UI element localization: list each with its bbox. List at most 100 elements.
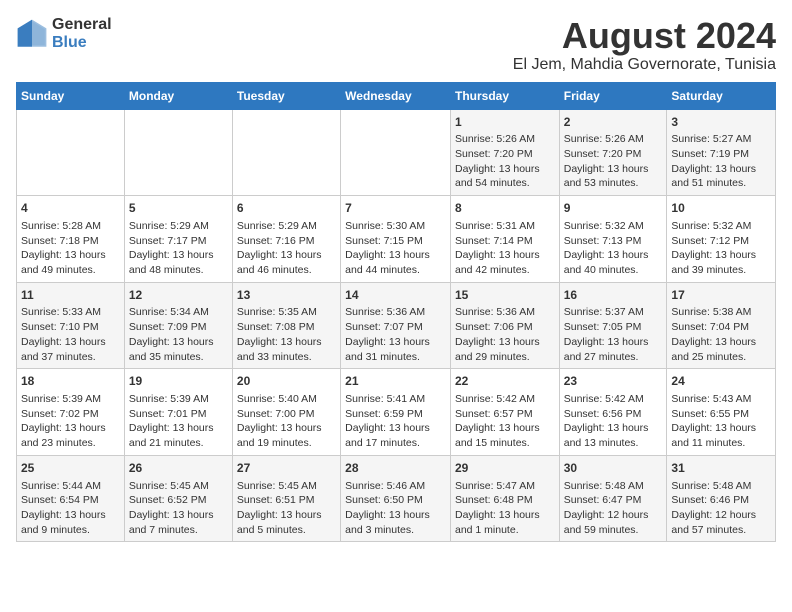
calendar-day-cell: 2Sunrise: 5:26 AMSunset: 7:20 PMDaylight… <box>559 109 667 196</box>
day-info: Sunrise: 5:30 AM <box>345 219 446 234</box>
day-number: 8 <box>455 200 555 217</box>
day-info: Sunrise: 5:27 AM <box>671 132 771 147</box>
calendar-day-cell: 7Sunrise: 5:30 AMSunset: 7:15 PMDaylight… <box>341 196 451 283</box>
day-info: Sunrise: 5:26 AM <box>564 132 663 147</box>
day-number: 30 <box>564 460 663 477</box>
day-info: Sunrise: 5:37 AM <box>564 305 663 320</box>
day-number: 31 <box>671 460 771 477</box>
day-info: Daylight: 13 hours <box>237 335 336 350</box>
calendar-day-cell: 30Sunrise: 5:48 AMSunset: 6:47 PMDayligh… <box>559 455 667 542</box>
calendar-day-cell: 22Sunrise: 5:42 AMSunset: 6:57 PMDayligh… <box>450 369 559 456</box>
calendar-day-cell: 4Sunrise: 5:28 AMSunset: 7:18 PMDaylight… <box>17 196 125 283</box>
day-info: Sunrise: 5:29 AM <box>237 219 336 234</box>
day-info: Sunset: 7:04 PM <box>671 320 771 335</box>
day-info: Sunrise: 5:42 AM <box>455 392 555 407</box>
day-number: 6 <box>237 200 336 217</box>
day-number: 1 <box>455 114 555 131</box>
day-number: 5 <box>129 200 228 217</box>
day-info: and 17 minutes. <box>345 436 446 451</box>
calendar-day-cell: 13Sunrise: 5:35 AMSunset: 7:08 PMDayligh… <box>232 282 340 369</box>
day-number: 29 <box>455 460 555 477</box>
day-info: and 59 minutes. <box>564 523 663 538</box>
calendar-day-cell: 10Sunrise: 5:32 AMSunset: 7:12 PMDayligh… <box>667 196 776 283</box>
day-number: 14 <box>345 287 446 304</box>
calendar-week-row: 25Sunrise: 5:44 AMSunset: 6:54 PMDayligh… <box>17 455 776 542</box>
calendar-week-row: 1 Sunrise: 5:26 AMSunset: 7:20 PM Daylight… <box>17 109 776 196</box>
day-info: Daylight: 13 hours <box>455 421 555 436</box>
day-info: Sunrise: 5:33 AM <box>21 305 120 320</box>
day-info: Daylight: 13 hours <box>455 162 555 177</box>
calendar-week-row: 18Sunrise: 5:39 AMSunset: 7:02 PMDayligh… <box>17 369 776 456</box>
day-info: Sunset: 7:19 PM <box>671 147 771 162</box>
day-info: Daylight: 13 hours <box>455 248 555 263</box>
day-number: 16 <box>564 287 663 304</box>
day-info: Sunset: 6:59 PM <box>345 407 446 422</box>
day-info: and 5 minutes. <box>237 523 336 538</box>
day-info: Daylight: 13 hours <box>671 335 771 350</box>
calendar-day-cell: 16Sunrise: 5:37 AMSunset: 7:05 PMDayligh… <box>559 282 667 369</box>
day-info: Sunset: 7:20 PM <box>564 147 663 162</box>
day-info: Sunset: 7:15 PM <box>345 234 446 249</box>
day-info: and 54 minutes. <box>455 176 555 191</box>
day-info: and 15 minutes. <box>455 436 555 451</box>
day-number: 9 <box>564 200 663 217</box>
column-header-tuesday: Tuesday <box>232 82 340 109</box>
calendar-day-cell: 25Sunrise: 5:44 AMSunset: 6:54 PMDayligh… <box>17 455 125 542</box>
day-info: Daylight: 13 hours <box>129 248 228 263</box>
calendar-day-cell <box>124 109 232 196</box>
day-info: Daylight: 13 hours <box>129 335 228 350</box>
day-number: 25 <box>21 460 120 477</box>
day-info: Daylight: 13 hours <box>345 335 446 350</box>
day-number: 20 <box>237 373 336 390</box>
day-info: Daylight: 13 hours <box>129 421 228 436</box>
calendar-day-cell: 11Sunrise: 5:33 AMSunset: 7:10 PMDayligh… <box>17 282 125 369</box>
day-number: 4 <box>21 200 120 217</box>
calendar-day-cell: 21Sunrise: 5:41 AMSunset: 6:59 PMDayligh… <box>341 369 451 456</box>
calendar-week-row: 11Sunrise: 5:33 AMSunset: 7:10 PMDayligh… <box>17 282 776 369</box>
calendar-day-cell: 3Sunrise: 5:27 AMSunset: 7:19 PMDaylight… <box>667 109 776 196</box>
day-info: Sunset: 6:48 PM <box>455 493 555 508</box>
day-info: Sunrise: 5:48 AM <box>671 479 771 494</box>
day-info: Sunset: 7:01 PM <box>129 407 228 422</box>
calendar-day-cell: 12Sunrise: 5:34 AMSunset: 7:09 PMDayligh… <box>124 282 232 369</box>
day-info: Sunset: 7:13 PM <box>564 234 663 249</box>
day-info: Sunset: 7:08 PM <box>237 320 336 335</box>
day-number: 24 <box>671 373 771 390</box>
calendar-day-cell: 29Sunrise: 5:47 AMSunset: 6:48 PMDayligh… <box>450 455 559 542</box>
day-number: 11 <box>21 287 120 304</box>
day-info: and 39 minutes. <box>671 263 771 278</box>
day-info: Sunset: 6:50 PM <box>345 493 446 508</box>
day-info: Daylight: 13 hours <box>671 248 771 263</box>
day-info: and 46 minutes. <box>237 263 336 278</box>
day-info: Sunrise: 5:43 AM <box>671 392 771 407</box>
day-info: Sunset: 6:51 PM <box>237 493 336 508</box>
day-info: and 57 minutes. <box>671 523 771 538</box>
day-info: and 51 minutes. <box>671 176 771 191</box>
day-info: Sunset: 6:54 PM <box>21 493 120 508</box>
day-info: Sunset: 7:16 PM <box>237 234 336 249</box>
calendar-day-cell <box>17 109 125 196</box>
column-header-monday: Monday <box>124 82 232 109</box>
day-info: and 19 minutes. <box>237 436 336 451</box>
day-info: Daylight: 13 hours <box>129 508 228 523</box>
day-info: Daylight: 13 hours <box>455 508 555 523</box>
calendar-day-cell: 20Sunrise: 5:40 AMSunset: 7:00 PMDayligh… <box>232 369 340 456</box>
day-number: 22 <box>455 373 555 390</box>
day-number: 7 <box>345 200 446 217</box>
day-info: Daylight: 13 hours <box>21 248 120 263</box>
location: El Jem, Mahdia Governorate, Tunisia <box>513 56 776 74</box>
day-number: 21 <box>345 373 446 390</box>
calendar-day-cell: 27Sunrise: 5:45 AMSunset: 6:51 PMDayligh… <box>232 455 340 542</box>
column-header-friday: Friday <box>559 82 667 109</box>
day-info: and 27 minutes. <box>564 350 663 365</box>
day-info: Daylight: 13 hours <box>564 248 663 263</box>
calendar-day-cell: 31Sunrise: 5:48 AMSunset: 6:46 PMDayligh… <box>667 455 776 542</box>
day-number: 2 <box>564 114 663 131</box>
day-info: Sunset: 7:02 PM <box>21 407 120 422</box>
calendar-day-cell: 26Sunrise: 5:45 AMSunset: 6:52 PMDayligh… <box>124 455 232 542</box>
day-info: Sunrise: 5:40 AM <box>237 392 336 407</box>
day-info: and 42 minutes. <box>455 263 555 278</box>
calendar-header-row: SundayMondayTuesdayWednesdayThursdayFrid… <box>17 82 776 109</box>
calendar-day-cell: 1Sunrise: 5:26 AMSunset: 7:20 PMDaylight… <box>450 109 559 196</box>
day-info: and 40 minutes. <box>564 263 663 278</box>
